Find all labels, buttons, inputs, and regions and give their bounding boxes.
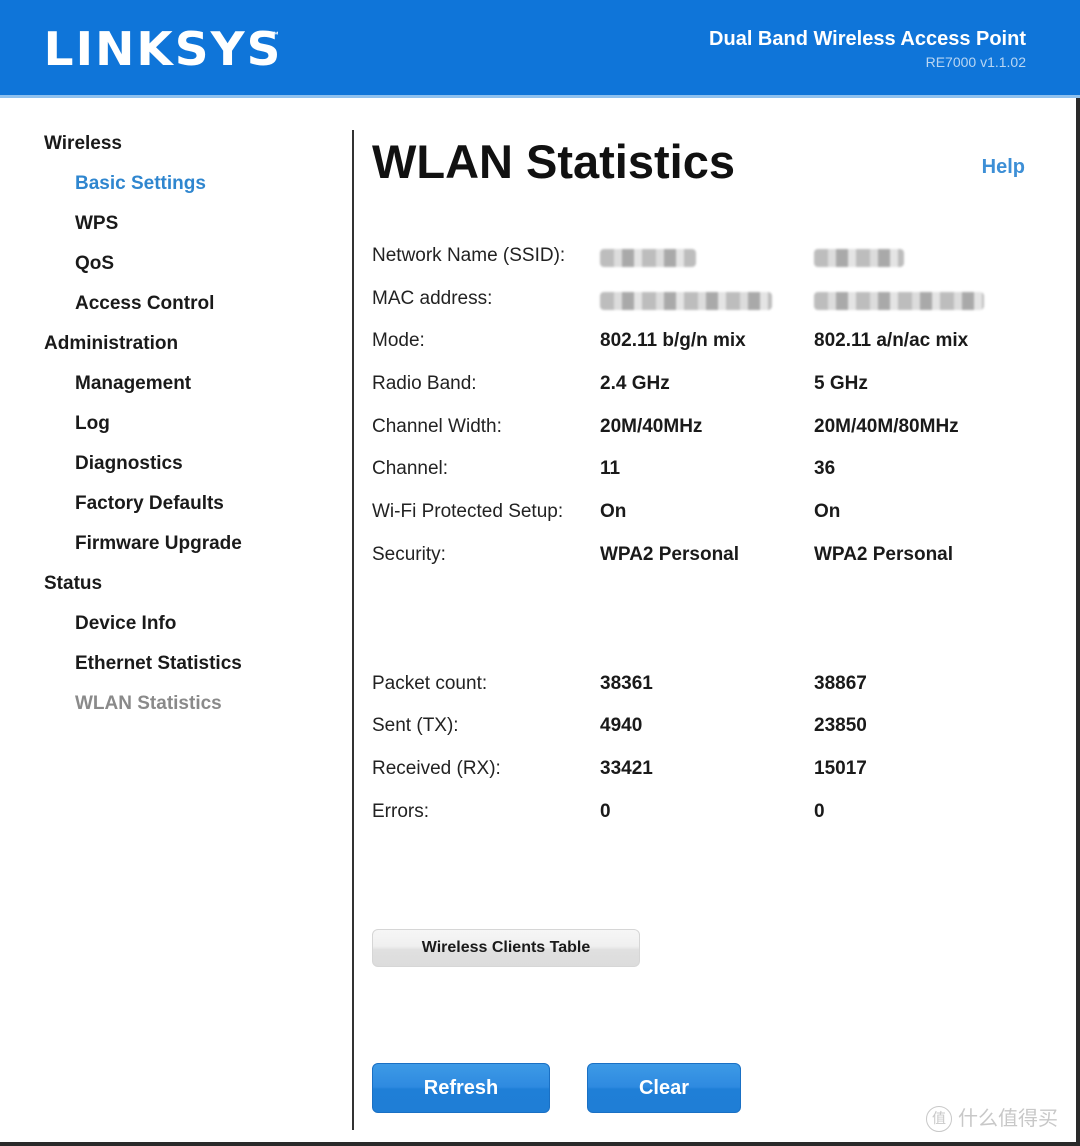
value-5ghz: 36 xyxy=(814,458,836,480)
refresh-button[interactable]: Refresh xyxy=(372,1063,550,1113)
row-label: Errors: xyxy=(372,800,429,822)
value-5ghz: 802.11 a/n/ac mix xyxy=(814,330,969,352)
header-banner: LINKSYS ™ Dual Band Wireless Access Poin… xyxy=(0,0,1080,98)
value-5ghz: 0 xyxy=(814,800,825,822)
product-model: RE7000 v1.1.02 xyxy=(925,54,1026,70)
product-title: Dual Band Wireless Access Point xyxy=(709,28,1026,50)
trademark-symbol: ™ xyxy=(270,30,279,40)
stat-row-radio-band: Radio Band: 2.4 GHz 5 GHz xyxy=(372,370,1032,413)
nav-section-wireless[interactable]: Wireless xyxy=(44,130,334,170)
row-label: Radio Band: xyxy=(372,373,477,395)
stat-row-mac: MAC address: xyxy=(372,285,1032,328)
value-24ghz: WPA2 Personal xyxy=(600,543,740,565)
ssid-24ghz-redacted xyxy=(600,242,696,270)
row-label: Mode: xyxy=(372,330,425,352)
nav-item-qos[interactable]: QoS xyxy=(44,250,334,290)
row-label: Received (RX): xyxy=(372,757,501,779)
nav-item-firmware-upgrade[interactable]: Firmware Upgrade xyxy=(44,530,334,570)
mac-5ghz-redacted xyxy=(814,285,984,313)
mac-24ghz-redacted xyxy=(600,285,772,313)
nav-item-management[interactable]: Management xyxy=(44,370,334,410)
stat-row-packet-count: Packet count: 38361 38867 xyxy=(372,670,1032,713)
linksys-logo: LINKSYS xyxy=(43,22,283,76)
clear-button[interactable]: Clear xyxy=(587,1063,741,1113)
stat-row-sent-tx: Sent (TX): 4940 23850 xyxy=(372,712,1032,755)
nav-item-diagnostics[interactable]: Diagnostics xyxy=(44,450,334,490)
value-24ghz: On xyxy=(600,501,627,523)
watermark-logo-icon: 值 xyxy=(926,1106,952,1132)
nav-item-basic-settings[interactable]: Basic Settings xyxy=(44,170,334,210)
window-frame-bottom xyxy=(0,1142,1080,1146)
stat-row-received-rx: Received (RX): 33421 15017 xyxy=(372,755,1032,798)
row-label: Network Name (SSID): xyxy=(372,245,566,266)
value-5ghz: 20M/40M/80MHz xyxy=(814,415,959,437)
sidebar-nav: Wireless Basic Settings WPS QoS Access C… xyxy=(44,130,334,730)
watermark-text: 什么值得买 xyxy=(958,1105,1058,1130)
wlan-stats-table: Network Name (SSID): MAC address: Mode: … xyxy=(372,242,1032,840)
value-5ghz: On xyxy=(814,501,841,523)
value-24ghz: 11 xyxy=(600,458,621,480)
stat-row-ssid: Network Name (SSID): xyxy=(372,242,1032,285)
row-label: Wi-Fi Protected Setup: xyxy=(372,501,564,523)
value-24ghz: 0 xyxy=(600,800,611,822)
stat-row-errors: Errors: 0 0 xyxy=(372,798,1032,841)
window-frame-right xyxy=(1076,98,1080,1146)
stat-row-mode: Mode: 802.11 b/g/n mix 802.11 a/n/ac mix xyxy=(372,327,1032,370)
row-label: Channel: xyxy=(372,458,449,480)
help-link[interactable]: Help xyxy=(982,156,1025,179)
vertical-divider xyxy=(352,130,354,1130)
nav-item-device-info[interactable]: Device Info xyxy=(44,610,334,650)
stat-row-channel-width: Channel Width: 20M/40MHz 20M/40M/80MHz xyxy=(372,413,1032,456)
nav-section-administration[interactable]: Administration xyxy=(44,330,334,370)
row-label: MAC address: xyxy=(372,287,493,309)
nav-item-ethernet-statistics[interactable]: Ethernet Statistics xyxy=(44,650,334,690)
value-5ghz: WPA2 Personal xyxy=(814,543,954,565)
stat-row-channel: Channel: 11 36 xyxy=(372,455,1032,498)
ssid-5ghz-redacted xyxy=(814,242,904,270)
row-label: Sent (TX): xyxy=(372,715,459,737)
nav-item-wps[interactable]: WPS xyxy=(44,210,334,250)
value-24ghz: 33421 xyxy=(600,757,653,779)
nav-item-factory-defaults[interactable]: Factory Defaults xyxy=(44,490,334,530)
row-label: Channel Width: xyxy=(372,415,502,437)
value-24ghz: 4940 xyxy=(600,715,643,737)
row-label: Security: xyxy=(372,543,446,565)
value-5ghz: 15017 xyxy=(814,757,867,779)
value-5ghz: 38867 xyxy=(814,672,867,694)
value-24ghz: 20M/40MHz xyxy=(600,415,703,437)
nav-item-wlan-statistics[interactable]: WLAN Statistics xyxy=(44,690,334,730)
nav-item-access-control[interactable]: Access Control xyxy=(44,290,334,330)
page-title: WLAN Statistics xyxy=(372,135,735,188)
watermark: 值什么值得买 xyxy=(926,1102,1058,1132)
value-24ghz: 802.11 b/g/n mix xyxy=(600,330,746,352)
stat-row-security: Security: WPA2 Personal WPA2 Personal xyxy=(372,541,1032,584)
value-5ghz: 23850 xyxy=(814,715,867,737)
nav-item-log[interactable]: Log xyxy=(44,410,334,450)
value-24ghz: 38361 xyxy=(600,672,653,694)
value-24ghz: 2.4 GHz xyxy=(600,373,670,395)
wireless-clients-table-button[interactable]: Wireless Clients Table xyxy=(372,929,640,967)
row-label: Packet count: xyxy=(372,672,488,694)
value-5ghz: 5 GHz xyxy=(814,373,868,395)
nav-section-status[interactable]: Status xyxy=(44,570,334,610)
stat-row-wps: Wi-Fi Protected Setup: On On xyxy=(372,498,1032,541)
